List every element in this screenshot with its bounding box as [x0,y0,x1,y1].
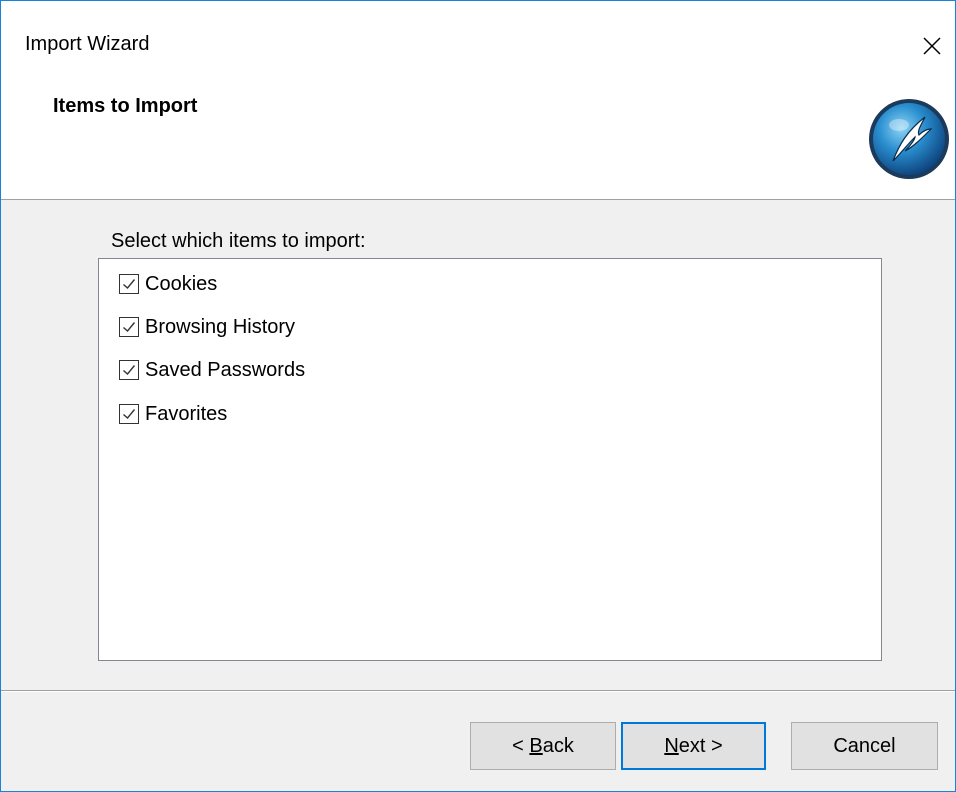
back-button[interactable]: < Back [470,722,616,770]
browsing-history-checkbox[interactable] [119,317,139,337]
comodo-dragon-logo-icon [869,99,949,179]
saved-passwords-label: Saved Passwords [145,358,306,381]
content-area: Select which items to import: Cookies Br… [1,200,955,690]
cookies-label: Cookies [145,272,218,295]
checkmark-icon [123,279,136,290]
import-wizard-window: Import Wizard Items to Import Select whi… [0,0,956,792]
cookies-checkbox[interactable] [119,274,139,294]
back-mnemonic: B [529,734,543,757]
cancel-button[interactable]: Cancel [791,722,938,770]
back-label-rest: ack [542,734,574,757]
title-bar[interactable]: Import Wizard [1,1,955,93]
footer-divider-highlight [1,691,955,692]
list-item-cookies[interactable]: Cookies [119,269,217,299]
favorites-label: Favorites [145,402,228,425]
saved-passwords-checkbox[interactable] [119,360,139,380]
close-icon [923,37,941,55]
list-item-browsing-history[interactable]: Browsing History [119,312,295,342]
close-button[interactable] [909,23,955,69]
favorites-checkbox[interactable] [119,404,139,424]
cancel-label: Cancel [833,734,896,757]
checkmark-icon [123,409,136,420]
checkmark-icon [123,322,136,333]
list-item-favorites[interactable]: Favorites [119,399,227,429]
window-title: Import Wizard [25,33,150,55]
back-prefix: < [512,734,530,757]
list-item-saved-passwords[interactable]: Saved Passwords [119,355,305,385]
instruction-label: Select which items to import: [111,230,366,252]
next-label-rest: ext > [678,734,723,757]
wizard-header: Items to Import [1,93,955,200]
import-items-list[interactable]: Cookies Browsing History Saved Passwords… [98,258,882,661]
checkmark-icon [123,365,136,376]
page-title: Items to Import [53,95,198,117]
next-button[interactable]: Next > [621,722,766,770]
browsing-history-label: Browsing History [145,315,296,338]
next-mnemonic: N [664,734,679,757]
